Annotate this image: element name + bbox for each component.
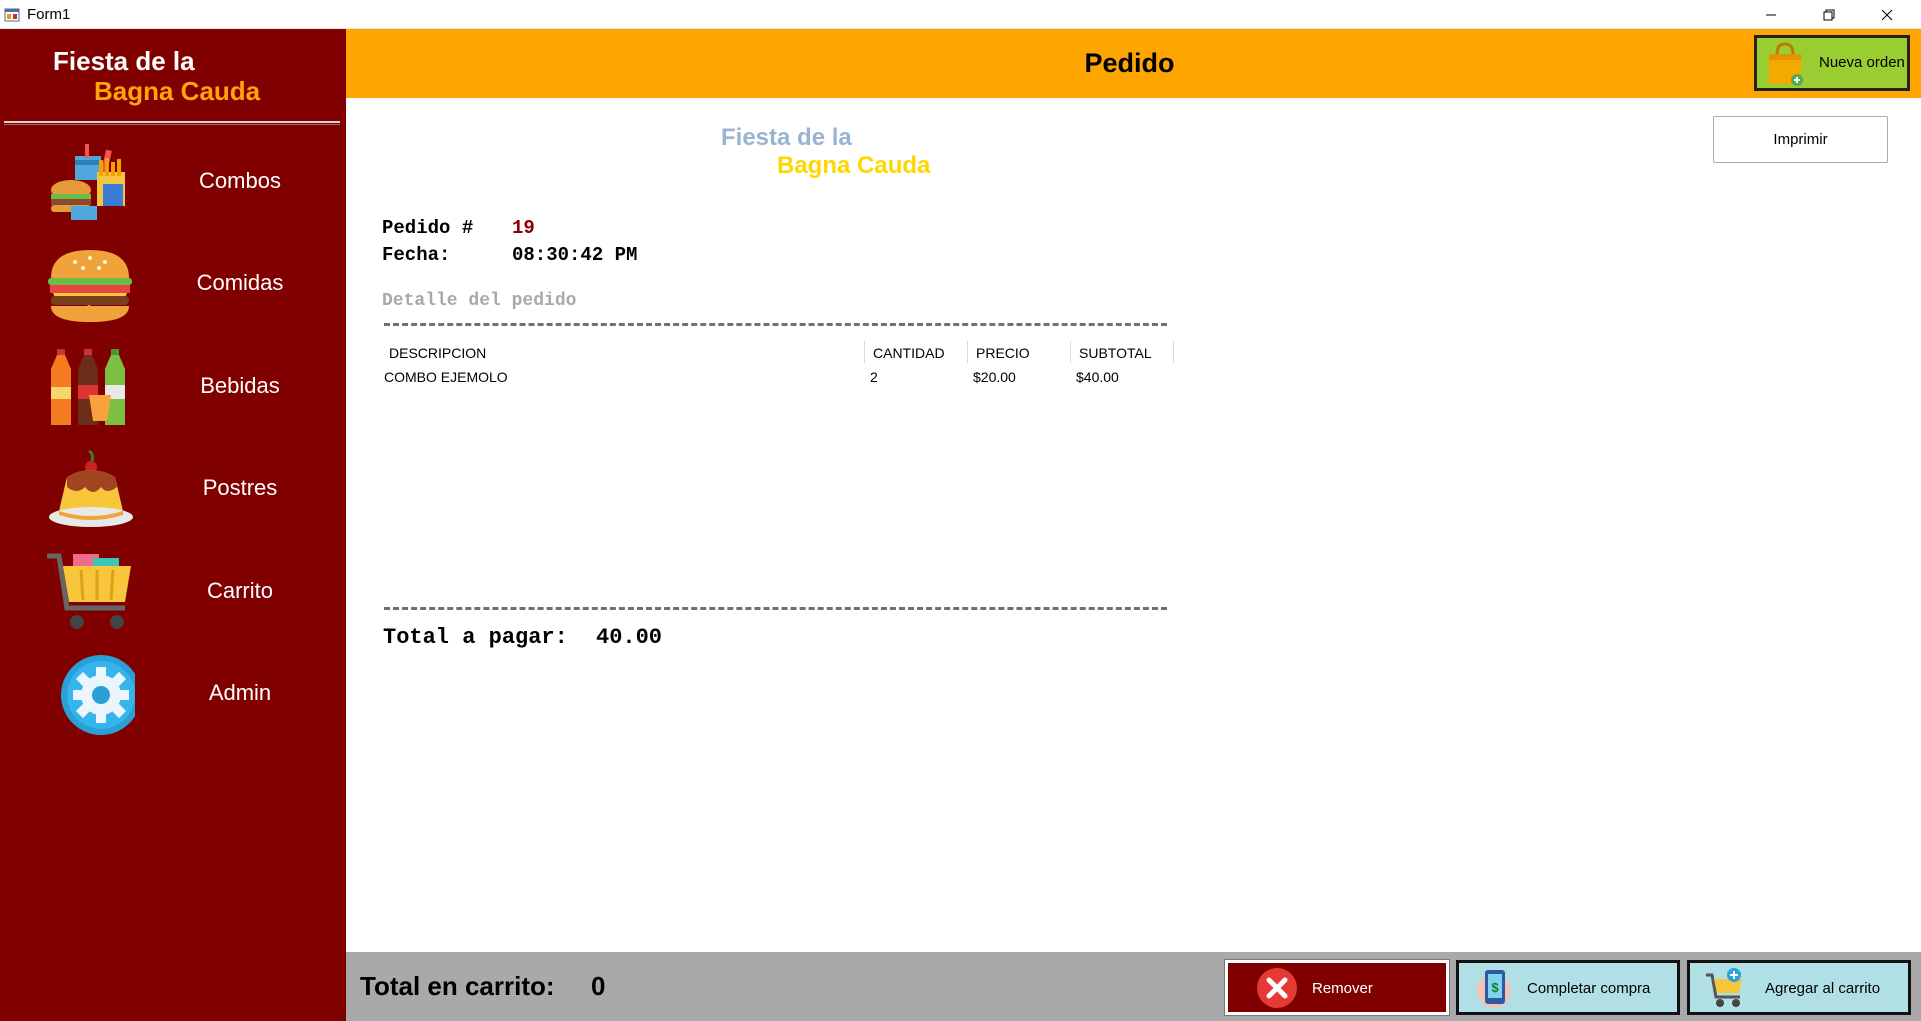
order-number-label: Pedido # (382, 217, 474, 239)
dashed-divider-bottom (384, 607, 1167, 610)
add-to-cart-icon (1706, 968, 1742, 1007)
order-items-table[interactable]: DESCRIPCION CANTIDAD PRECIO SUBTOTAL COM… (384, 341, 1174, 389)
page-title: Pedido (1084, 48, 1175, 78)
svg-text:$: $ (1491, 980, 1499, 995)
new-order-label: Nueva orden (1819, 54, 1905, 71)
column-header-cantidad: CANTIDAD (873, 345, 945, 361)
sidebar-item-admin[interactable]: Admin (0, 644, 346, 744)
minimize-icon (1766, 14, 1776, 15)
close-icon (1881, 9, 1893, 20)
gear-icon (61, 655, 135, 735)
shopping-cart-icon (47, 553, 131, 629)
minimize-button[interactable] (1742, 0, 1800, 29)
combo-meal-icon (51, 144, 125, 220)
sidebar-item-label: Carrito (206, 578, 273, 603)
remove-label: Remover (1312, 980, 1373, 997)
flan-dessert-icon (49, 449, 133, 527)
app-icon (4, 8, 20, 22)
sidebar-item-label: Comidas (196, 270, 284, 295)
column-separator (1070, 341, 1071, 363)
restore-button[interactable] (1800, 0, 1858, 29)
print-button[interactable]: Imprimir (1713, 116, 1888, 163)
column-header-subtotal: SUBTOTAL (1079, 345, 1152, 361)
close-button[interactable] (1858, 0, 1916, 29)
sidebar-item-bebidas[interactable]: Bebidas (0, 337, 346, 437)
sidebar-brand-line2: Bagna Cauda (94, 76, 261, 106)
complete-purchase-label: Completar compra (1527, 980, 1651, 997)
shopping-bag-icon (1769, 42, 1803, 86)
table-header: DESCRIPCION CANTIDAD PRECIO SUBTOTAL (384, 341, 1174, 365)
sidebar-item-label: Bebidas (200, 373, 280, 398)
sidebar-item-postres[interactable]: Postres (0, 439, 346, 539)
cell-precio: $20.00 (973, 369, 1016, 385)
add-to-cart-button[interactable]: Agregar al carrito (1687, 960, 1911, 1015)
add-to-cart-label: Agregar al carrito (1765, 980, 1881, 997)
total-to-pay-value: 40.00 (596, 625, 663, 650)
window-title-bar: Form1 (0, 0, 1921, 29)
column-separator (864, 341, 865, 363)
sidebar-divider (4, 121, 340, 125)
sidebar-item-label: Postres (202, 475, 278, 500)
soda-bottles-icon (51, 349, 125, 425)
cell-subtotal: $40.00 (1076, 369, 1119, 385)
order-date: 08:30:42 PM (512, 244, 638, 266)
column-header-descripcion: DESCRIPCION (389, 345, 487, 361)
total-to-pay-label: Total a pagar: (383, 625, 568, 650)
cart-total-value: 0 (591, 971, 606, 1001)
sidebar-item-comidas[interactable]: Comidas (0, 234, 346, 334)
order-number: 19 (512, 217, 535, 239)
dashed-divider-top (384, 323, 1167, 326)
receipt-brand-line1: Fiesta de la (721, 124, 852, 151)
column-separator (1173, 341, 1174, 363)
new-order-button[interactable]: Nueva orden (1754, 35, 1910, 91)
sidebar-brand-line1: Fiesta de la (53, 46, 195, 76)
remove-button[interactable]: Remover (1224, 959, 1450, 1016)
cart-total-label: Total en carrito: (360, 971, 555, 1001)
column-separator (967, 341, 968, 363)
sidebar-item-carrito[interactable]: Carrito (0, 542, 346, 642)
column-header-precio: PRECIO (976, 345, 1030, 361)
mobile-payment-icon: $ (1477, 970, 1511, 1008)
sidebar-item-combos[interactable]: Combos (0, 132, 346, 232)
receipt-brand-line2: Bagna Cauda (777, 152, 931, 179)
sidebar: Fiesta de la Bagna Cauda Combos Comidas … (0, 29, 346, 1021)
table-row[interactable]: COMBO EJEMOLO 2 $20.00 $40.00 (384, 365, 1174, 389)
order-date-label: Fecha: (382, 244, 451, 266)
sidebar-item-label: Admin (208, 680, 272, 705)
cell-cantidad: 2 (870, 369, 878, 385)
burger-icon (48, 250, 132, 322)
restore-icon (1823, 9, 1835, 20)
footer-bar: Total en carrito: 0 Remover $ Completar … (346, 952, 1921, 1021)
sidebar-item-label: Combos (199, 168, 281, 193)
window-title: Form1 (27, 6, 71, 23)
order-receipt: Fiesta de la Bagna Cauda Imprimir Pedido… (346, 98, 1921, 952)
complete-purchase-button[interactable]: $ Completar compra (1456, 960, 1680, 1015)
order-detail-title: Detalle del pedido (382, 291, 577, 311)
cell-descripcion: COMBO EJEMOLO (384, 369, 508, 385)
page-header: Pedido Nueva orden (346, 29, 1921, 98)
remove-x-icon (1257, 968, 1297, 1008)
